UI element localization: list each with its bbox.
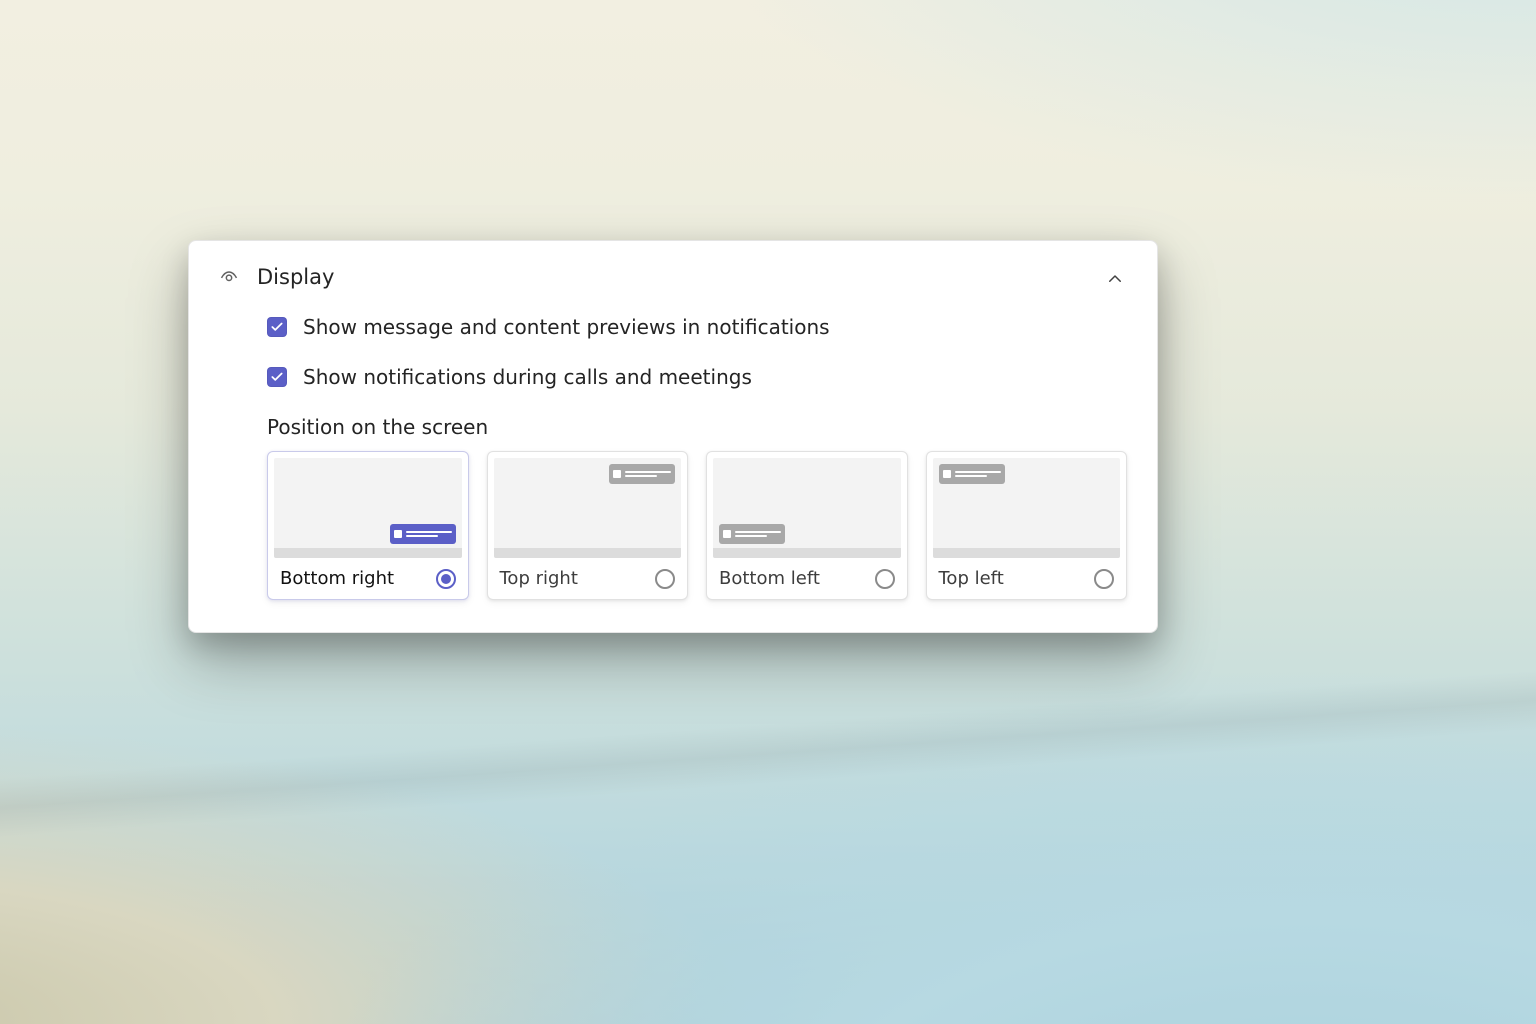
radio-selected-icon [436, 569, 456, 589]
position-label: Position on the screen [267, 415, 1127, 439]
option-label: Top right [500, 568, 578, 589]
wallpaper-wave [0, 670, 1536, 837]
toast-icon [609, 464, 675, 484]
toast-icon [939, 464, 1005, 484]
display-section-header[interactable]: Display [219, 265, 1127, 295]
checkbox-show-during-calls[interactable]: Show notifications during calls and meet… [267, 365, 1127, 389]
section-title: Display [257, 265, 334, 289]
option-label: Top left [939, 568, 1004, 589]
radio-icon [1094, 569, 1114, 589]
position-preview [933, 458, 1121, 558]
checkbox-label: Show notifications during calls and meet… [303, 365, 752, 389]
position-preview [274, 458, 462, 558]
checkbox-icon [267, 367, 287, 387]
option-label: Bottom left [719, 568, 820, 589]
position-option-top-right[interactable]: Top right [487, 451, 689, 600]
display-settings-panel: Display Show message and content preview… [188, 240, 1158, 633]
display-section-body: Show message and content previews in not… [219, 295, 1127, 600]
toast-icon [390, 524, 456, 544]
radio-icon [655, 569, 675, 589]
position-preview [494, 458, 682, 558]
chevron-up-icon[interactable] [1103, 267, 1127, 291]
checkbox-icon [267, 317, 287, 337]
position-option-bottom-left[interactable]: Bottom left [706, 451, 908, 600]
position-option-bottom-right[interactable]: Bottom right [267, 451, 469, 600]
checkbox-show-previews[interactable]: Show message and content previews in not… [267, 315, 1127, 339]
toast-icon [719, 524, 785, 544]
radio-icon [875, 569, 895, 589]
position-options: Bottom right Top right [267, 451, 1127, 600]
position-preview [713, 458, 901, 558]
checkbox-label: Show message and content previews in not… [303, 315, 830, 339]
position-option-top-left[interactable]: Top left [926, 451, 1128, 600]
option-label: Bottom right [280, 568, 394, 589]
display-icon [219, 267, 239, 287]
